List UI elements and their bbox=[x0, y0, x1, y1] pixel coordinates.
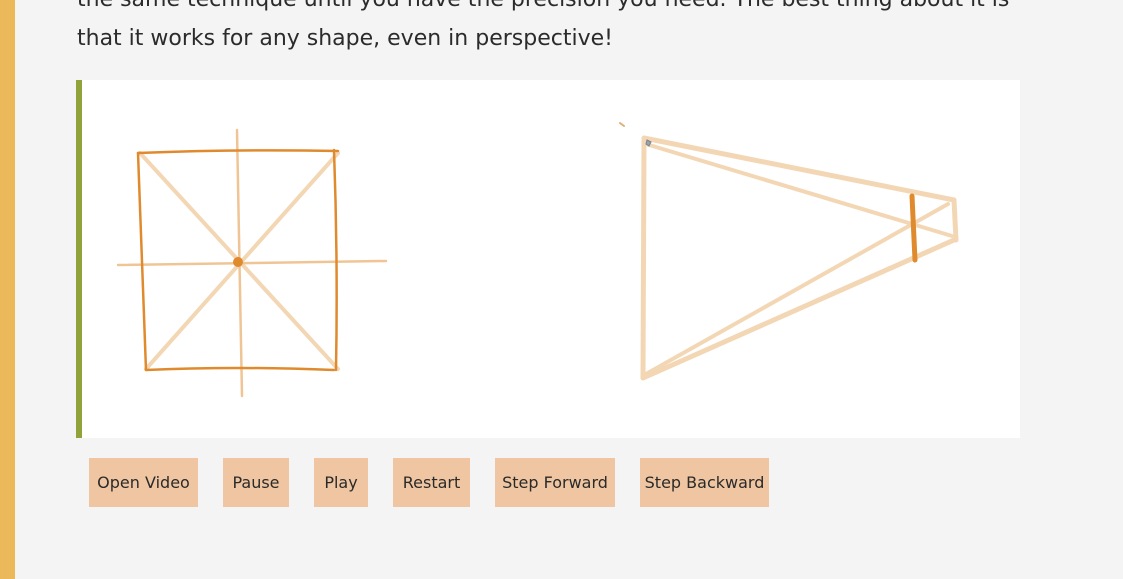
rectangle-center-drawing bbox=[116, 128, 388, 398]
rect-bottom bbox=[144, 366, 336, 372]
rect-left bbox=[136, 151, 148, 372]
article-line-2: that it works for any shape, even in per… bbox=[77, 26, 613, 51]
perspective-triangle-drawing bbox=[619, 122, 959, 381]
rect-right bbox=[332, 148, 338, 372]
pen-mark bbox=[619, 122, 625, 127]
horizontal-guide bbox=[116, 259, 388, 267]
perspective-midline bbox=[909, 193, 918, 263]
left-accent-bar bbox=[0, 0, 15, 579]
triangle-bottom-inner bbox=[644, 202, 950, 376]
triangle-bottom-edge bbox=[640, 237, 957, 381]
restart-button[interactable]: Restart bbox=[393, 458, 470, 507]
triangle-right-edge bbox=[951, 197, 959, 243]
drawing-video-canvas[interactable] bbox=[76, 80, 1020, 438]
drawing-svg bbox=[116, 122, 959, 398]
article-line-1: the same technique until you have the pr… bbox=[77, 0, 1037, 19]
step-forward-button[interactable]: Step Forward bbox=[495, 458, 615, 507]
article-text: the same technique until you have the pr… bbox=[77, 0, 1037, 58]
triangle-left-edge bbox=[640, 137, 647, 381]
center-point bbox=[233, 257, 243, 267]
pause-button[interactable]: Pause bbox=[223, 458, 289, 507]
open-video-button[interactable]: Open Video bbox=[89, 458, 198, 507]
step-backward-button[interactable]: Step Backward bbox=[640, 458, 769, 507]
play-button[interactable]: Play bbox=[314, 458, 368, 507]
